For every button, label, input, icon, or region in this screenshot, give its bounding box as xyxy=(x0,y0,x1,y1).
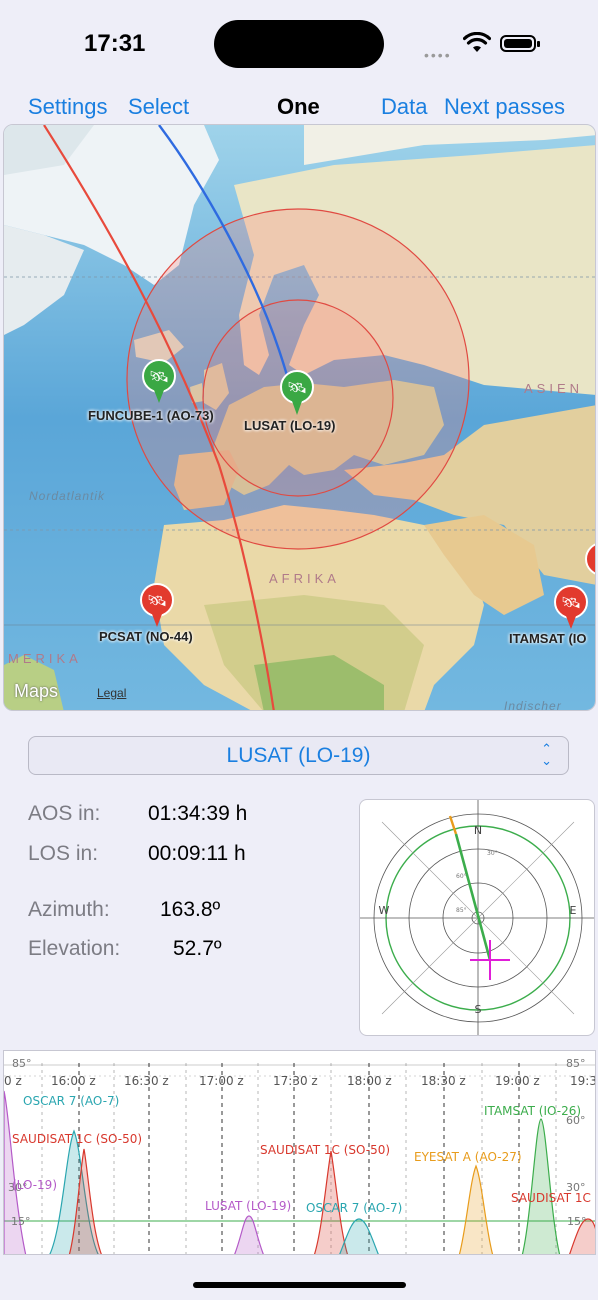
signal-icon: •••• xyxy=(424,47,452,63)
satellite-map[interactable]: 🛰 🛰 🛰 🛰 ASIEN AFRIKA MERIKA Nordatlantik… xyxy=(3,124,596,711)
svg-text:🛰: 🛰 xyxy=(561,593,581,612)
time-label: 0 z xyxy=(4,1074,22,1088)
elev-label: 15° xyxy=(567,1215,587,1228)
polar-chart: N S W E 30° 60° 85° xyxy=(360,800,594,1035)
aos-label: AOS in: xyxy=(28,802,101,825)
sea-label-indischer: Indischer xyxy=(504,699,562,711)
time-label: 17:30 z xyxy=(273,1074,318,1088)
aos-value: 01:34:39 h xyxy=(148,802,248,825)
region-label-asien: ASIEN xyxy=(524,381,584,396)
settings-button[interactable]: Settings xyxy=(28,94,108,120)
svg-text:🛰: 🛰 xyxy=(149,367,169,386)
satellite-label[interactable]: LUSAT (LO-19) xyxy=(244,418,335,433)
pass-label[interactable]: SAUDISAT 1C (SO-50) xyxy=(12,1132,142,1146)
pass-label[interactable]: EYESAT A (AO-27) xyxy=(414,1150,522,1164)
elevation-value: 52.7º xyxy=(173,937,222,960)
passes-timeline[interactable]: 0 z 16:00 z 16:30 z 17:00 z 17:30 z 18:0… xyxy=(3,1050,596,1255)
page-title: One xyxy=(277,94,320,119)
satellite-label[interactable]: ITAMSAT (IO xyxy=(509,631,587,646)
pass-track-green xyxy=(454,833,492,961)
direction-w: W xyxy=(379,904,390,917)
status-bar: 17:31 •••• xyxy=(0,0,598,90)
current-position-marker xyxy=(470,940,510,980)
pass-label[interactable]: LUSAT (LO-19) xyxy=(205,1199,291,1213)
elevation-label: Elevation: xyxy=(28,937,121,960)
time-label: 16:30 z xyxy=(124,1074,169,1088)
pass-label[interactable]: OSCAR 7 (AO-7) xyxy=(23,1094,119,1108)
azimuth-label: Azimuth: xyxy=(28,898,110,921)
legal-link[interactable]: Legal xyxy=(97,686,126,700)
pass-label[interactable]: SAUDISAT 1C xyxy=(511,1191,591,1205)
time-label: 18:30 z xyxy=(421,1074,466,1088)
azimuth-value: 163.8º xyxy=(160,898,221,921)
chevron-up-down-icon: ⌃ ⌄ xyxy=(541,741,552,768)
region-label-amerika: MERIKA xyxy=(8,651,82,666)
svg-text:🛰: 🛰 xyxy=(287,378,307,397)
time-label: 19:00 z xyxy=(495,1074,540,1088)
home-indicator[interactable] xyxy=(193,1282,406,1288)
time-label: 18:00 z xyxy=(347,1074,392,1088)
pass-label[interactable]: (LO-19) xyxy=(12,1178,57,1192)
pass-label[interactable]: OSCAR 7 (AO-7) xyxy=(306,1201,402,1215)
satellite-picker[interactable]: LUSAT (LO-19) ⌃ ⌄ xyxy=(28,736,569,775)
battery-icon xyxy=(500,35,540,52)
ring-label: 30° xyxy=(487,850,498,857)
pass-track-orange xyxy=(448,815,458,835)
data-button[interactable]: Data xyxy=(381,94,427,120)
time-label: 16:00 z xyxy=(51,1074,96,1088)
wifi-icon xyxy=(463,32,491,52)
direction-e: E xyxy=(570,904,577,917)
dynamic-island xyxy=(214,20,384,68)
status-time: 17:31 xyxy=(84,30,146,57)
elev-label: 85° xyxy=(566,1057,586,1070)
los-label: LOS in: xyxy=(28,842,99,865)
timeline-chart: 0 z 16:00 z 16:30 z 17:00 z 17:30 z 18:0… xyxy=(4,1057,596,1254)
maps-brand-text: Maps xyxy=(14,681,59,701)
pass-label[interactable]: ITAMSAT (IO-26) xyxy=(484,1104,581,1118)
polar-sky-plot: N S W E 30° 60° 85° xyxy=(359,799,595,1036)
maps-logo: Maps xyxy=(14,681,58,702)
elev-label: 15° xyxy=(11,1215,31,1228)
time-label: 17:00 z xyxy=(199,1074,244,1088)
next-passes-button[interactable]: Next passes xyxy=(444,94,565,120)
ring-label: 60° xyxy=(456,873,467,880)
satellite-label[interactable]: FUNCUBE-1 (AO-73) xyxy=(88,408,214,423)
los-value: 00:09:11 h xyxy=(148,842,246,865)
select-button[interactable]: Select xyxy=(128,94,189,120)
satellite-label[interactable]: PCSAT (NO-44) xyxy=(99,629,193,644)
direction-n: N xyxy=(474,824,482,837)
sea-label-nordatlantik: Nordatlantik xyxy=(29,489,106,503)
region-label-afrika: AFRIKA xyxy=(269,571,340,586)
picker-selected-value: LUSAT (LO-19) xyxy=(226,744,371,767)
svg-text:🛰: 🛰 xyxy=(147,591,167,610)
time-label: 19:3 xyxy=(570,1074,596,1088)
elev-label: 85° xyxy=(12,1057,32,1070)
pass-label[interactable]: SAUDISAT 1C (SO-50) xyxy=(260,1143,390,1157)
ring-label: 85° xyxy=(456,907,467,914)
direction-s: S xyxy=(475,1003,482,1016)
